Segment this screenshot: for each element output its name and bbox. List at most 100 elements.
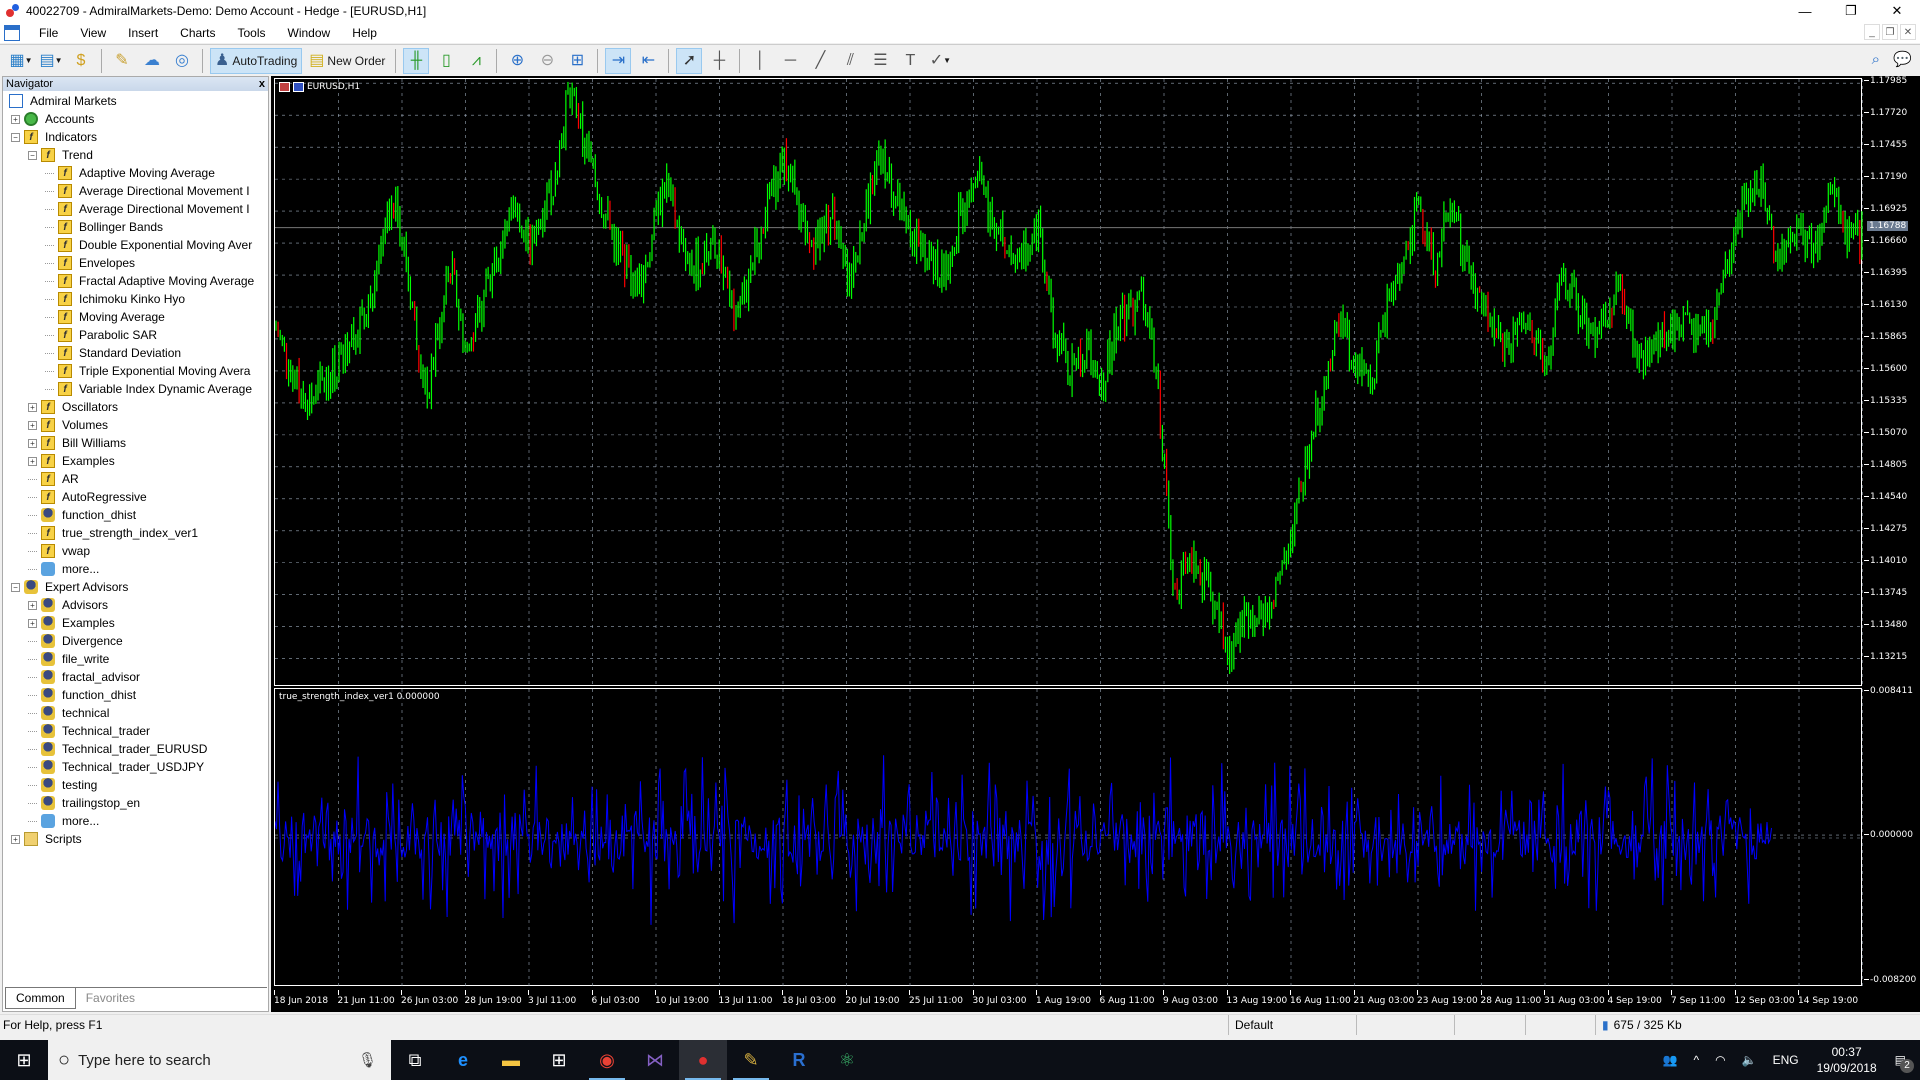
fibonacci-button[interactable]: ☰ xyxy=(867,48,893,74)
line-chart-button[interactable]: ⩘ xyxy=(463,48,489,74)
taskbar-metaeditor[interactable]: ✎ xyxy=(727,1040,775,1080)
maximize-button[interactable]: ❐ xyxy=(1828,0,1874,22)
tree-item[interactable]: Technical_trader xyxy=(3,722,268,740)
mdi-close-button[interactable]: ✕ xyxy=(1900,24,1916,40)
taskbar-chrome[interactable]: ◉ xyxy=(583,1040,631,1080)
wifi-icon[interactable]: ◠ xyxy=(1715,1053,1725,1067)
metaeditor-button[interactable]: ✎ xyxy=(109,48,135,74)
clock[interactable]: 00:37 19/09/2018 xyxy=(1817,1044,1877,1076)
chart-window-icon[interactable] xyxy=(4,24,20,41)
price-chart-pane[interactable]: EURUSD,H1 xyxy=(274,78,1863,687)
expand-icon[interactable]: + xyxy=(28,618,37,628)
tree-item[interactable]: f Average Directional Movement I xyxy=(3,182,268,200)
new-chart-button[interactable]: ▦ ▼ xyxy=(8,48,34,74)
profile-name[interactable]: Default xyxy=(1228,1014,1356,1035)
tree-item[interactable]: + f Volumes xyxy=(3,416,268,434)
expand-icon[interactable]: + xyxy=(28,420,37,430)
crosshair-button[interactable]: ┼ xyxy=(706,48,732,74)
expand-icon[interactable]: + xyxy=(28,402,37,412)
zoom-out-button[interactable]: ⊖ xyxy=(534,48,560,74)
mdi-minimize-button[interactable]: _ xyxy=(1864,24,1880,40)
menu-charts[interactable]: Charts xyxy=(169,26,226,40)
collapse-icon[interactable]: − xyxy=(11,132,20,142)
tree-item[interactable]: f Variable Index Dynamic Average xyxy=(3,380,268,398)
profiles-button[interactable]: ▤ ▼ xyxy=(38,48,64,74)
volume-icon[interactable]: 🔈 xyxy=(1742,1053,1757,1067)
zoom-in-button[interactable]: ⊕ xyxy=(504,48,530,74)
tree-item[interactable]: f Double Exponential Moving Aver xyxy=(3,236,268,254)
signals-button[interactable]: ◎ xyxy=(169,48,195,74)
tree-item[interactable]: more... xyxy=(3,812,268,830)
tree-item[interactable]: Divergence xyxy=(3,632,268,650)
tile-windows-button[interactable]: ⊞ xyxy=(564,48,590,74)
tree-item[interactable]: − f Indicators xyxy=(3,128,268,146)
taskbar-file-explorer[interactable]: ▬ xyxy=(487,1040,535,1080)
menu-help[interactable]: Help xyxy=(341,26,388,40)
tree-item[interactable]: Technical_trader_EURUSD xyxy=(3,740,268,758)
taskbar-store[interactable]: ⊞ xyxy=(535,1040,583,1080)
tree-item[interactable]: f Adaptive Moving Average xyxy=(3,164,268,182)
time-axis[interactable]: 18 Jun 2018 21 Jun 11:00 26 Jun 03:00 28 Ju… xyxy=(274,988,1862,1008)
tree-item[interactable]: fractal_advisor xyxy=(3,668,268,686)
expand-icon[interactable]: + xyxy=(11,834,20,844)
menu-window[interactable]: Window xyxy=(277,26,342,40)
equidistant-channel-button[interactable]: ⫽ xyxy=(837,48,863,74)
mdi-restore-button[interactable]: ❐ xyxy=(1882,24,1898,40)
menu-file[interactable]: File xyxy=(28,26,69,40)
tree-item[interactable]: f vwap xyxy=(3,542,268,560)
tab-common[interactable]: Common xyxy=(5,988,76,1009)
tree-root[interactable]: Admiral Markets xyxy=(3,92,268,110)
action-center-button[interactable]: ▤ 2 xyxy=(1895,1053,1914,1073)
chat-icon[interactable]: 💬 xyxy=(1893,50,1912,68)
autoscroll-button[interactable]: ⇥ xyxy=(605,47,632,74)
expand-icon[interactable]: + xyxy=(28,456,37,466)
taskbar-visual-studio[interactable]: ⋈ xyxy=(631,1040,679,1080)
autotrading-button[interactable]: ♟ AutoTrading xyxy=(210,47,303,74)
tree-item[interactable]: + f Bill Williams xyxy=(3,434,268,452)
tree-item[interactable]: + Accounts xyxy=(3,110,268,128)
tree-item[interactable]: function_dhist xyxy=(3,686,268,704)
candlestick-button[interactable]: ▯ xyxy=(433,48,459,74)
tree-item[interactable]: + Examples xyxy=(3,614,268,632)
menu-tools[interactable]: Tools xyxy=(227,26,277,40)
new-order-button[interactable]: ▤ New Order xyxy=(306,48,388,74)
expand-icon[interactable]: + xyxy=(28,600,37,610)
tree-item[interactable]: more... xyxy=(3,560,268,578)
trendline-button[interactable]: ╱ xyxy=(807,48,833,74)
chart-shift-button[interactable]: ⇤ xyxy=(635,48,661,74)
search-icon[interactable]: ⌕ xyxy=(1872,51,1880,68)
text-label-button[interactable]: T xyxy=(897,48,923,74)
minimize-button[interactable]: — xyxy=(1782,0,1828,22)
tree-item[interactable]: + Advisors xyxy=(3,596,268,614)
collapse-icon[interactable]: − xyxy=(28,150,37,160)
tree-item[interactable]: f Envelopes xyxy=(3,254,268,272)
tree-item[interactable]: f Bollinger Bands xyxy=(3,218,268,236)
taskbar-metatrader[interactable]: ● xyxy=(679,1040,727,1080)
tray-overflow-icon[interactable]: ^ xyxy=(1694,1053,1700,1067)
tree-item[interactable]: f true_strength_index_ver1 xyxy=(3,524,268,542)
microphone-icon[interactable]: 🎙 xyxy=(358,1051,377,1069)
tree-item[interactable]: technical xyxy=(3,704,268,722)
tab-favorites[interactable]: Favorites xyxy=(76,988,145,1009)
price-axis[interactable]: 1.17985 1.17720 1.17455 1.17190 1.16925 1.166… xyxy=(1864,76,1916,686)
tree-item[interactable]: f Ichimoku Kinko Hyo xyxy=(3,290,268,308)
tree-item[interactable]: trailingstop_en xyxy=(3,794,268,812)
tester-button[interactable]: ☁ xyxy=(139,48,165,74)
navigator-close-button[interactable]: x xyxy=(259,78,265,90)
tree-item[interactable]: f AutoRegressive xyxy=(3,488,268,506)
tree-item[interactable]: function_dhist xyxy=(3,506,268,524)
cursor-button[interactable]: ➚ xyxy=(676,47,703,74)
expand-icon[interactable]: + xyxy=(28,438,37,448)
tree-item[interactable]: file_write xyxy=(3,650,268,668)
tree-item[interactable]: − f Trend xyxy=(3,146,268,164)
tree-item[interactable]: Technical_trader_USDJPY xyxy=(3,758,268,776)
tree-item[interactable]: f Moving Average xyxy=(3,308,268,326)
tree-item[interactable]: f Parabolic SAR xyxy=(3,326,268,344)
tree-item[interactable]: + f Oscillators xyxy=(3,398,268,416)
taskbar-search[interactable]: ○ Type here to search 🎙 xyxy=(48,1040,391,1080)
indicator-pane[interactable]: true_strength_index_ver1 0.000000 xyxy=(274,688,1863,987)
market-watch-button[interactable]: $ xyxy=(68,48,94,74)
taskbar-edge[interactable]: e xyxy=(439,1040,487,1080)
collapse-icon[interactable]: − xyxy=(11,582,20,592)
tree-item[interactable]: + Scripts xyxy=(3,830,268,848)
